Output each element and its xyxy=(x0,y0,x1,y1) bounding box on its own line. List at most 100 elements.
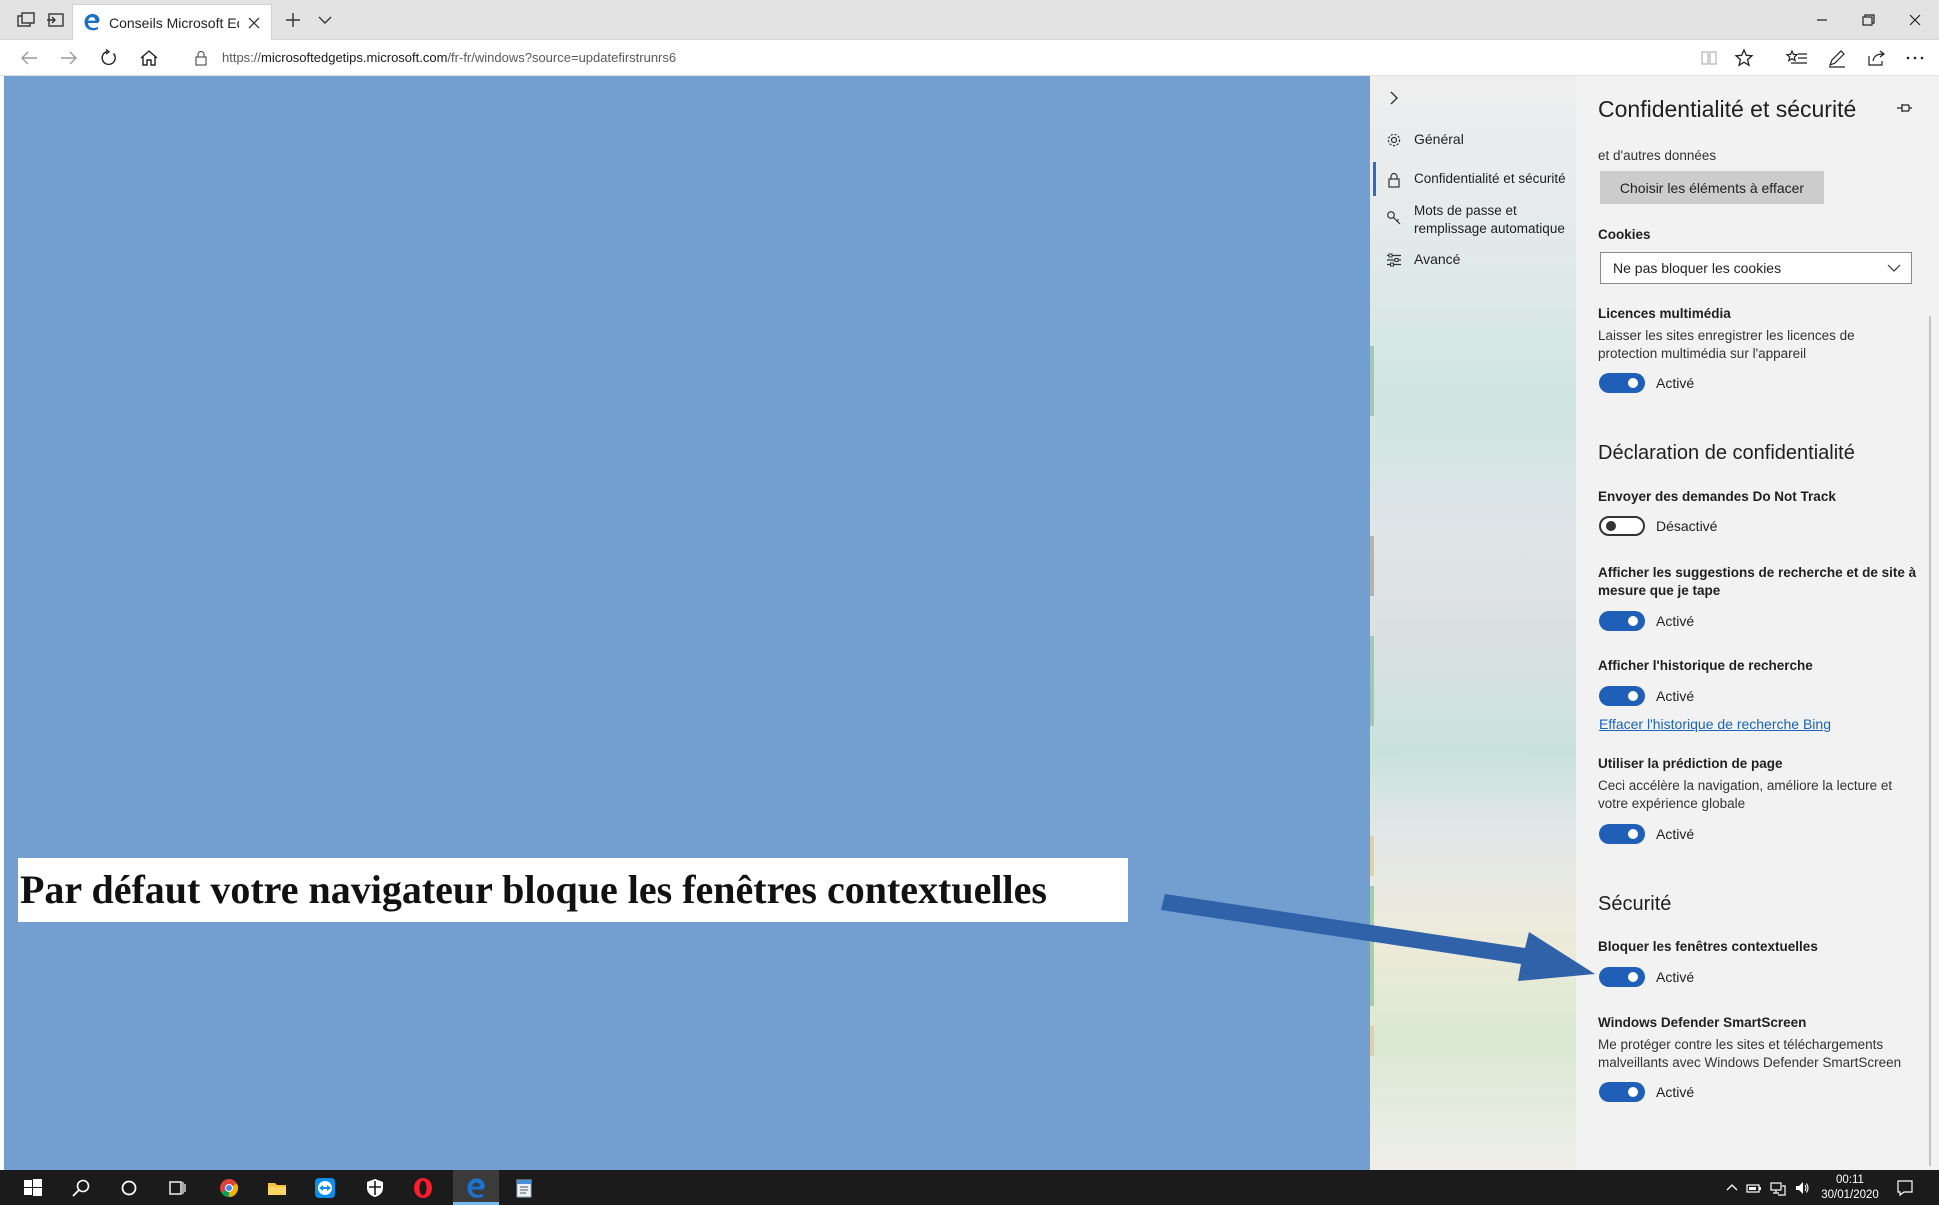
taskbar: 00:11 30/01/2020 xyxy=(0,1170,1939,1205)
favorites-hub-icon[interactable] xyxy=(1786,48,1808,68)
url-text[interactable]: https://microsoftedgetips.microsoft.com/… xyxy=(222,50,676,65)
nav-item-label: Confidentialité et sécurité xyxy=(1414,171,1566,186)
refresh-icon[interactable] xyxy=(98,48,120,68)
task-view-icon[interactable] xyxy=(166,1177,188,1199)
reading-view-icon[interactable] xyxy=(1700,50,1718,66)
search-suggestions-label-line2: mesure que je tape xyxy=(1598,583,1721,598)
clock-date: 30/01/2020 xyxy=(1821,1189,1879,1201)
web-note-pen-icon[interactable] xyxy=(1826,48,1848,68)
restore-icon[interactable] xyxy=(1857,10,1879,30)
do-not-track-label: Envoyer des demandes Do Not Track xyxy=(1598,489,1836,504)
system-clock[interactable]: 00:11 30/01/2020 xyxy=(1814,1173,1886,1203)
media-licenses-state: Activé xyxy=(1656,375,1695,391)
notepad-icon[interactable] xyxy=(513,1177,535,1199)
edge-logo-icon xyxy=(84,14,100,31)
network-icon[interactable] xyxy=(1770,1180,1786,1196)
forward-arrow-icon[interactable] xyxy=(58,48,80,68)
nav-item-label-line1: Mots de passe et xyxy=(1414,203,1517,218)
teamviewer-icon[interactable] xyxy=(314,1177,336,1199)
nav-item-privacy-security[interactable]: Confidentialité et sécurité xyxy=(1373,162,1576,196)
annotation-text: Par défaut votre navigateur bloque les f… xyxy=(20,867,1047,912)
add-favorite-star-icon[interactable] xyxy=(1734,48,1754,68)
search-suggestions-label-line1: Afficher les suggestions de recherche et… xyxy=(1598,565,1917,580)
do-not-track-state: Désactivé xyxy=(1656,518,1718,534)
search-suggestions-state: Activé xyxy=(1656,613,1695,629)
tab-preview-chevron-icon[interactable] xyxy=(316,12,334,28)
page-prediction-toggle[interactable] xyxy=(1599,824,1645,844)
title-bar: Conseils Microsoft Edge xyxy=(0,0,1939,40)
new-tab-icon[interactable] xyxy=(283,10,303,30)
sliders-icon xyxy=(1387,253,1401,267)
security-section-heading: Sécurité xyxy=(1598,893,1672,915)
page-prediction-desc-line1: Ceci accélère la navigation, améliore la… xyxy=(1598,778,1893,793)
more-ellipsis-icon[interactable] xyxy=(1904,48,1926,68)
navigation-bar: https://microsoftedgetips.microsoft.com/… xyxy=(0,40,1939,76)
media-licenses-desc-line1: Laisser les sites enregistrer les licenc… xyxy=(1598,328,1855,343)
close-window-icon[interactable] xyxy=(1904,10,1926,30)
address-bar[interactable]: https://microsoftedgetips.microsoft.com/… xyxy=(186,43,1770,73)
annotation-arrow xyxy=(1161,894,1595,981)
minimize-icon[interactable] xyxy=(1811,10,1833,30)
nav-item-label: Général xyxy=(1414,131,1464,147)
cortana-icon[interactable] xyxy=(118,1177,140,1199)
privacy-section-heading: Déclaration de confidentialité xyxy=(1598,442,1855,464)
volume-icon[interactable] xyxy=(1794,1180,1810,1196)
block-popups-state: Activé xyxy=(1656,969,1695,985)
pin-icon[interactable] xyxy=(1895,100,1913,116)
page-prediction-label: Utiliser la prédiction de page xyxy=(1598,756,1783,771)
search-suggestions-toggle[interactable] xyxy=(1599,611,1645,631)
battery-icon[interactable] xyxy=(1746,1180,1762,1196)
clear-bing-history-link[interactable]: Effacer l'historique de recherche Bing xyxy=(1599,716,1831,732)
windows-start-icon[interactable] xyxy=(22,1177,44,1199)
active-indicator xyxy=(1373,162,1376,196)
tab-title: Conseils Microsoft Edge xyxy=(109,15,239,31)
back-arrow-icon[interactable] xyxy=(18,48,40,68)
windows-security-shield-icon[interactable] xyxy=(364,1177,386,1199)
page-prediction-state: Activé xyxy=(1656,826,1695,842)
file-explorer-icon[interactable] xyxy=(266,1177,288,1199)
collapse-chevron-icon[interactable] xyxy=(1386,88,1402,108)
settings-nav-pane xyxy=(1370,76,1576,1170)
smartscreen-label: Windows Defender SmartScreen xyxy=(1598,1015,1807,1030)
smartscreen-toggle[interactable] xyxy=(1599,1082,1645,1102)
show-hidden-icons-chevron-icon[interactable] xyxy=(1724,1180,1740,1196)
share-icon[interactable] xyxy=(1866,48,1888,68)
set-tabs-aside-icon[interactable] xyxy=(46,11,66,29)
nav-item-passwords-autofill[interactable]: Mots de passe et remplissage automatique xyxy=(1376,202,1576,240)
key-icon xyxy=(1387,211,1401,225)
media-licenses-label: Licences multimédia xyxy=(1598,306,1731,321)
clear-data-text: et d'autres données xyxy=(1598,148,1717,163)
smartscreen-desc-line2: malveillants avec Windows Defender Smart… xyxy=(1598,1055,1902,1070)
block-popups-toggle[interactable] xyxy=(1599,967,1645,987)
media-licenses-desc-line2: protection multimédia sur l'appareil xyxy=(1598,346,1807,361)
browser-tab[interactable]: Conseils Microsoft Edge xyxy=(72,4,272,40)
nav-item-advanced[interactable]: Avancé xyxy=(1376,250,1576,270)
search-history-toggle[interactable] xyxy=(1599,686,1645,706)
gear-icon xyxy=(1387,133,1401,147)
page-content xyxy=(4,76,1370,1170)
edge-taskbar-icon[interactable] xyxy=(465,1177,487,1199)
search-history-state: Activé xyxy=(1656,688,1695,704)
cookies-dropdown[interactable]: Ne pas bloquer les cookies xyxy=(1600,252,1912,284)
search-icon[interactable] xyxy=(70,1177,92,1199)
tab-sets-icon[interactable] xyxy=(16,11,36,29)
home-icon[interactable] xyxy=(138,48,160,68)
do-not-track-toggle[interactable] xyxy=(1599,516,1645,536)
nav-item-label: Avancé xyxy=(1414,251,1461,267)
action-center-notification-icon[interactable] xyxy=(1896,1179,1914,1197)
smartscreen-desc-line1: Me protéger contre les sites et téléchar… xyxy=(1598,1037,1884,1052)
page-prediction-desc-line2: votre expérience globale xyxy=(1598,796,1746,811)
choose-items-to-clear-button[interactable]: Choisir les éléments à effacer xyxy=(1600,171,1824,204)
nav-item-general[interactable]: Général xyxy=(1376,130,1576,150)
settings-title: Confidentialité et sécurité xyxy=(1598,96,1857,122)
media-licenses-toggle[interactable] xyxy=(1599,373,1645,393)
block-popups-label: Bloquer les fenêtres contextuelles xyxy=(1598,939,1818,954)
nav-item-label-line2: remplissage automatique xyxy=(1414,221,1565,236)
lock-icon xyxy=(1388,172,1400,188)
close-tab-icon[interactable] xyxy=(247,16,261,30)
chrome-icon[interactable] xyxy=(218,1177,240,1199)
clock-time: 00:11 xyxy=(1836,1174,1864,1186)
opera-icon[interactable] xyxy=(412,1177,434,1199)
lock-icon xyxy=(195,50,207,66)
scrollbar[interactable] xyxy=(1929,316,1931,1166)
